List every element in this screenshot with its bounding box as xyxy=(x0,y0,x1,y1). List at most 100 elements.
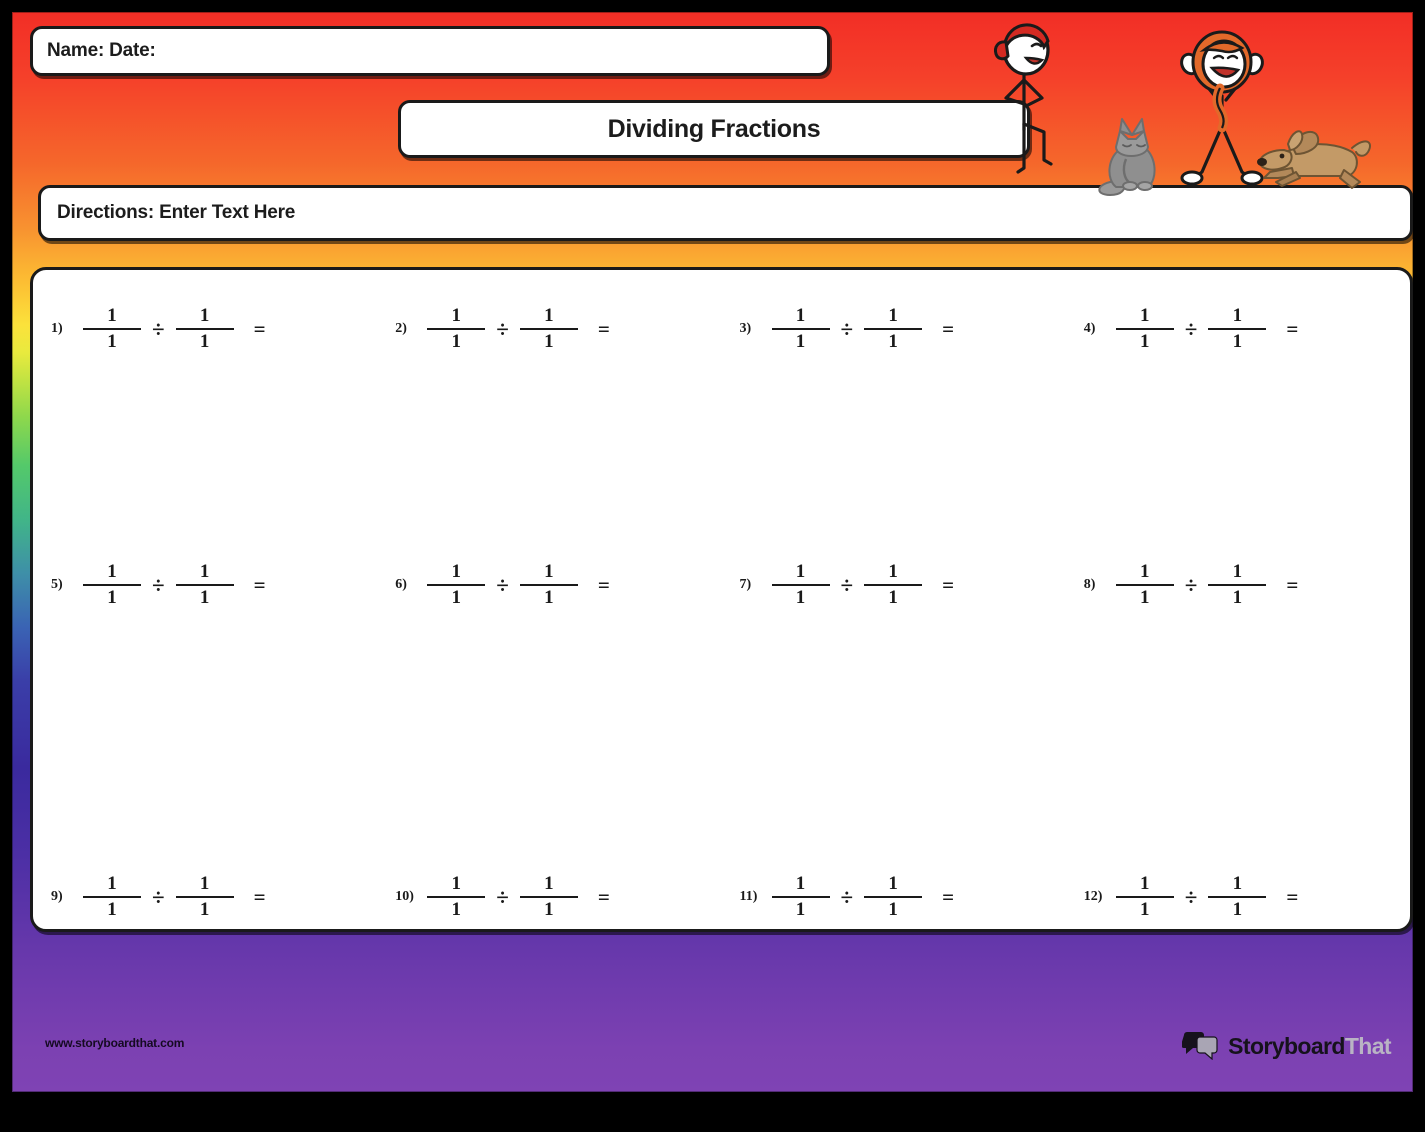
problem-number: 2) xyxy=(395,321,407,336)
fraction-bar xyxy=(771,896,830,898)
problem-item[interactable]: 11) 1 1 ÷ 1 1 = xyxy=(722,858,1066,936)
denominator: 1 xyxy=(107,899,117,920)
numerator: 1 xyxy=(1140,305,1150,327)
division-operator: ÷ xyxy=(840,884,854,910)
division-operator: ÷ xyxy=(152,884,165,910)
problem-item[interactable]: 9) 1 1 ÷ 1 1 = xyxy=(33,858,377,936)
equals-sign: = xyxy=(597,884,610,909)
fraction-bar xyxy=(83,896,141,898)
logo-word-that: That xyxy=(1344,1032,1392,1059)
fraction-operand-b: 1 1 xyxy=(519,874,578,920)
fraction-operand-b: 1 1 xyxy=(864,305,923,352)
problem-number: 7) xyxy=(739,577,752,592)
problem-item[interactable]: 5) 1 1 ÷ 1 1 = xyxy=(33,546,377,624)
fraction-operand-a: 1 1 xyxy=(1115,874,1174,920)
fraction-bar xyxy=(519,584,578,586)
equals-sign: = xyxy=(942,572,954,597)
denominator: 1 xyxy=(795,587,806,608)
denominator: 1 xyxy=(199,587,210,608)
problem-item[interactable]: 10) 1 1 ÷ 1 1 = xyxy=(377,858,721,936)
division-operator: ÷ xyxy=(1184,316,1198,342)
equals-sign: = xyxy=(253,884,266,909)
fraction-bar xyxy=(864,584,923,586)
denominator: 1 xyxy=(795,331,806,352)
numerator: 1 xyxy=(795,561,806,583)
name-date-field[interactable]: Name: Date: xyxy=(30,26,830,76)
fraction-operand-a: 1 1 xyxy=(83,562,141,608)
fraction-bar xyxy=(1208,328,1267,330)
fraction-operand-a: 1 1 xyxy=(83,306,141,352)
fraction-bar xyxy=(1208,896,1267,898)
fraction-bar xyxy=(864,896,923,898)
fraction-operand-a: 1 1 xyxy=(83,874,141,920)
denominator: 1 xyxy=(107,587,117,608)
equals-sign: = xyxy=(253,572,266,597)
fraction-operand-a: 1 1 xyxy=(771,561,830,608)
numerator: 1 xyxy=(107,873,117,895)
denominator: 1 xyxy=(544,331,554,352)
denominator: 1 xyxy=(1140,331,1150,352)
division-operator: ÷ xyxy=(496,316,509,342)
problem-item[interactable]: 3) 1 1 ÷ 1 1 = xyxy=(722,290,1066,368)
logo-word-storyboard: Storyboard xyxy=(1228,1032,1345,1059)
worksheet-title-box[interactable]: Dividing Fractions xyxy=(398,100,1030,158)
fraction-bar xyxy=(1115,584,1174,586)
logo-wordmark: StoryboardThat xyxy=(1228,1033,1391,1060)
tan-dog-icon xyxy=(1257,130,1371,189)
problem-item[interactable]: 4) 1 1 ÷ 1 1 = xyxy=(1066,290,1410,368)
problem-number: 1) xyxy=(51,321,63,336)
numerator: 1 xyxy=(888,305,898,327)
problems-panel: 1) 1 1 ÷ 1 1 = 2) 1 1 ÷ 1 1 = 3) 1 1 ÷ 1… xyxy=(30,267,1413,932)
equals-sign: = xyxy=(942,884,954,909)
problem-number: 11) xyxy=(739,889,758,904)
fraction-operand-a: 1 1 xyxy=(771,306,830,352)
problem-item[interactable]: 6) 1 1 ÷ 1 1 = xyxy=(377,546,721,624)
fraction-bar xyxy=(427,328,486,330)
equals-sign: = xyxy=(597,316,610,341)
problem-number: 4) xyxy=(1083,321,1096,336)
numerator: 1 xyxy=(199,305,210,327)
storyboardthat-logo[interactable]: StoryboardThat xyxy=(1182,1032,1392,1060)
page-title: Dividing Fractions xyxy=(607,114,821,143)
equals-sign: = xyxy=(942,316,954,341)
fraction-bar xyxy=(427,584,486,586)
problem-number: 5) xyxy=(51,577,63,592)
fraction-bar xyxy=(771,328,830,330)
numerator: 1 xyxy=(888,873,898,895)
equals-sign: = xyxy=(597,572,610,597)
problem-number: 6) xyxy=(395,577,407,592)
fraction-bar xyxy=(175,896,234,898)
fraction-operand-b: 1 1 xyxy=(1208,874,1267,920)
equals-sign: = xyxy=(1286,572,1298,597)
problem-number: 9) xyxy=(51,889,63,904)
directions-label: Directions: Enter Text Here xyxy=(57,202,296,223)
problem-item[interactable]: 2) 1 1 ÷ 1 1 = xyxy=(377,290,721,368)
footer-url[interactable]: www.storyboardthat.com xyxy=(45,1036,184,1050)
denominator: 1 xyxy=(451,899,462,920)
fraction-operand-a: 1 1 xyxy=(427,561,486,608)
division-operator: ÷ xyxy=(152,316,165,342)
numerator: 1 xyxy=(451,305,462,327)
fraction-bar xyxy=(519,328,578,330)
problem-item[interactable]: 12) 1 1 ÷ 1 1 = xyxy=(1066,858,1410,936)
division-operator: ÷ xyxy=(496,572,509,598)
division-operator: ÷ xyxy=(496,884,509,910)
problem-item[interactable]: 1) 1 1 ÷ 1 1 = xyxy=(33,290,377,368)
name-date-label: Name: Date: xyxy=(47,40,156,61)
numerator: 1 xyxy=(199,873,210,895)
numerator: 1 xyxy=(1140,561,1150,583)
division-operator: ÷ xyxy=(152,572,165,598)
fraction-bar xyxy=(519,896,578,898)
numerator: 1 xyxy=(451,561,462,583)
equals-sign: = xyxy=(1286,884,1298,909)
fraction-operand-a: 1 1 xyxy=(1115,561,1174,608)
problem-row: 5) 1 1 ÷ 1 1 = 6) 1 1 ÷ 1 1 = 7) 1 1 ÷ 1… xyxy=(33,546,1410,624)
problem-number: 8) xyxy=(1083,577,1096,592)
problem-number: 12) xyxy=(1083,889,1103,904)
boy-with-red-cap-icon xyxy=(994,23,1053,174)
problem-item[interactable]: 8) 1 1 ÷ 1 1 = xyxy=(1066,546,1410,624)
problem-item[interactable]: 7) 1 1 ÷ 1 1 = xyxy=(722,546,1066,624)
fraction-operand-b: 1 1 xyxy=(175,873,234,920)
numerator: 1 xyxy=(451,873,462,895)
directions-field[interactable]: Directions: Enter Text Here xyxy=(38,185,1413,241)
